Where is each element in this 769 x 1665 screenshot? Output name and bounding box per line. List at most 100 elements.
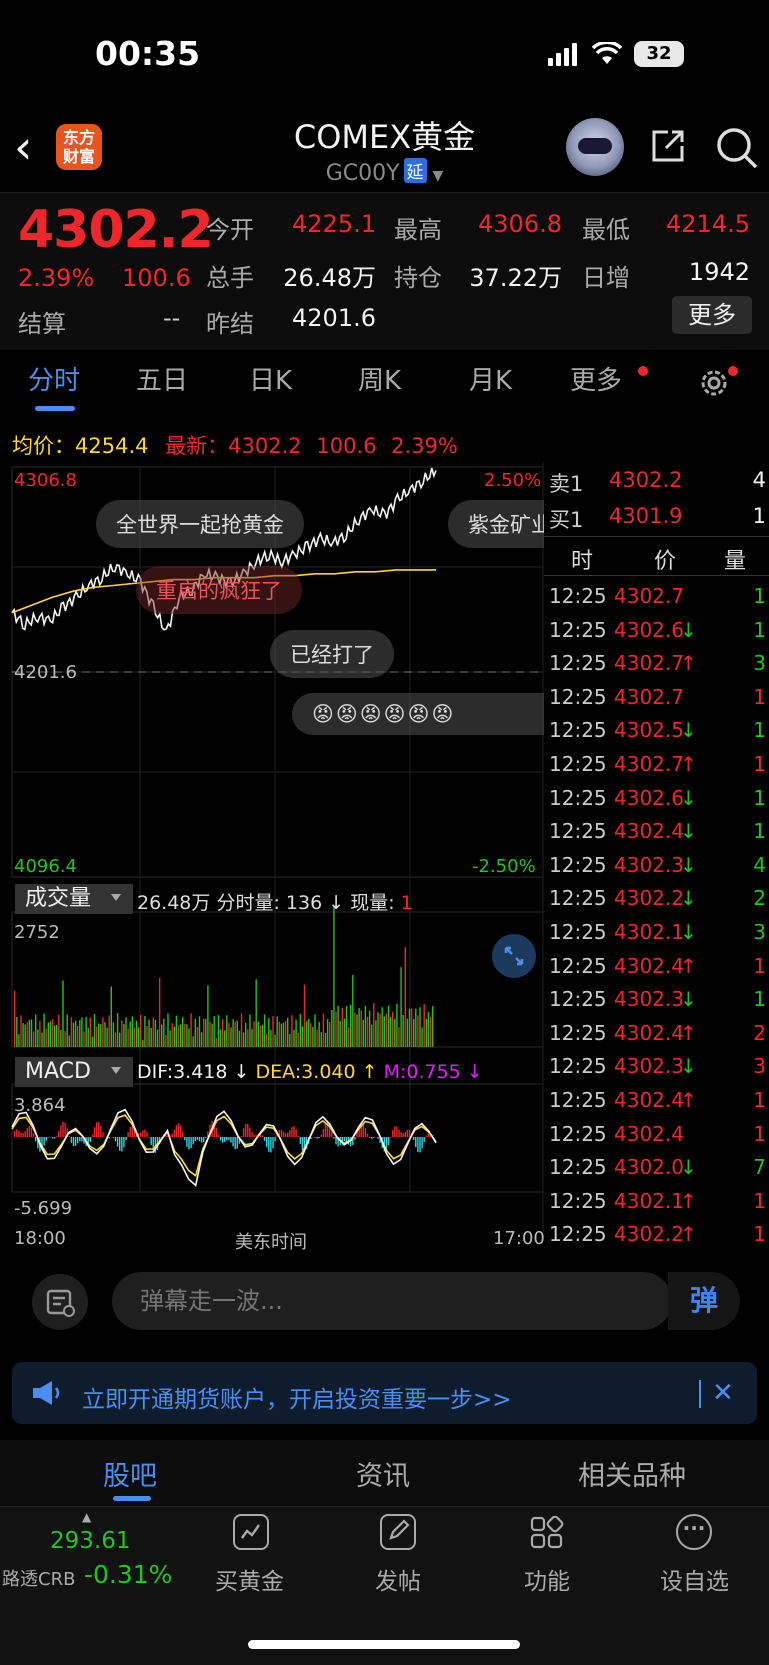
- macd-histogram-bar: [184, 1137, 186, 1141]
- volume-bar: [112, 1022, 115, 1047]
- volume-bar: [41, 1032, 43, 1047]
- volume-bar: [308, 1019, 310, 1047]
- macd-histogram-bar: [408, 1129, 411, 1137]
- volume-bar: [70, 1017, 73, 1047]
- tab-weekly-k[interactable]: 周K: [358, 360, 401, 397]
- danmu-bubble[interactable]: 😡😡😡😡😡😡: [292, 693, 544, 735]
- ticker-value[interactable]: 293.61: [50, 1528, 130, 1554]
- tab-news[interactable]: 资讯: [356, 1454, 410, 1493]
- macd-histogram-bar: [194, 1137, 196, 1141]
- macd-histogram-bar: [179, 1125, 182, 1137]
- grid-apps-icon[interactable]: [530, 1515, 564, 1550]
- macd-histogram-bar: [287, 1132, 289, 1137]
- trade-row: 12:25 4302.4 ↓ 1: [544, 819, 766, 853]
- tab-related[interactable]: 相关品种: [578, 1454, 686, 1493]
- nav-post[interactable]: 发帖: [375, 1562, 421, 1596]
- volume-bar: [335, 1011, 337, 1047]
- macd-histogram-bar: [129, 1127, 131, 1137]
- tab-daily-k[interactable]: 日K: [249, 360, 292, 397]
- danmu-send-button[interactable]: 弹: [668, 1272, 740, 1330]
- tab-guba[interactable]: 股吧: [103, 1454, 157, 1493]
- nav-functions[interactable]: 功能: [524, 1562, 570, 1596]
- macd-histogram-bar: [22, 1133, 24, 1137]
- volume-indicator-select[interactable]: 成交量: [15, 884, 133, 914]
- macd-histogram-bar: [177, 1123, 180, 1137]
- macd-histogram-bar: [114, 1137, 117, 1142]
- gear-icon[interactable]: [697, 366, 731, 400]
- volume-bar: [287, 1017, 289, 1047]
- comment-list-icon[interactable]: [32, 1274, 88, 1330]
- trade-dir-arrow-icon: ↑: [680, 1188, 697, 1213]
- nav-buy-gold[interactable]: 买黄金: [215, 1562, 284, 1596]
- more-dots-icon[interactable]: ···: [676, 1514, 712, 1550]
- volume-bar: [419, 1007, 421, 1047]
- volume-bar: [28, 1019, 31, 1047]
- macd-histogram-bar: [282, 1131, 285, 1137]
- macd-histogram-bar: [215, 1127, 217, 1137]
- close-icon[interactable]: ✕: [712, 1378, 734, 1408]
- tab-intraday[interactable]: 分时: [28, 360, 80, 397]
- ticker-name[interactable]: 路透CRB: [2, 1565, 75, 1591]
- volume-bar: [161, 1024, 163, 1047]
- volume-bar: [247, 1029, 249, 1047]
- tab-5day[interactable]: 五日: [136, 360, 188, 397]
- danmu-bubble[interactable]: 已经打了: [270, 630, 394, 678]
- macd-histogram-bar: [335, 1137, 337, 1145]
- volume-bar: [373, 1003, 375, 1047]
- macd-histogram-bar: [119, 1137, 121, 1151]
- macd-histogram-bar: [232, 1137, 234, 1147]
- trade-price: 4302.4: [614, 1121, 684, 1146]
- trade-qty: 3: [753, 651, 766, 676]
- post-icon[interactable]: [380, 1514, 416, 1550]
- trade-time: 12:25: [549, 718, 607, 743]
- macd-histogram-bar: [230, 1137, 232, 1143]
- ask-qty: 4: [752, 468, 766, 492]
- volume-bar: [119, 1032, 121, 1047]
- ticker-pct[interactable]: -0.31%: [84, 1560, 172, 1589]
- volume-bar: [102, 1017, 104, 1047]
- macd-histogram-bar: [318, 1137, 320, 1139]
- macd-histogram-bar: [425, 1136, 427, 1137]
- trade-price: 4302.4: [614, 819, 684, 844]
- trade-price: 4302.7: [614, 651, 684, 676]
- macd-histogram-bar: [394, 1126, 396, 1137]
- trade-time: 12:25: [549, 684, 607, 709]
- expand-icon[interactable]: [492, 934, 536, 978]
- macd-histogram-bar: [289, 1130, 291, 1137]
- macd-histogram-bar: [100, 1126, 102, 1137]
- volume-bar: [85, 1017, 87, 1047]
- trade-price: 4302.3: [614, 852, 684, 877]
- caret-down-icon: [110, 1067, 121, 1074]
- tab-monthly-k[interactable]: 月K: [469, 360, 512, 397]
- macd-histogram-bar: [58, 1131, 60, 1137]
- x-end-label: 17:00: [493, 1228, 545, 1249]
- macd-histogram-bar: [291, 1126, 293, 1137]
- danmu-bubble[interactable]: 全世界一起抢黄金: [96, 500, 304, 548]
- volume-bar: [203, 1018, 205, 1047]
- tab-more[interactable]: 更多: [570, 360, 622, 397]
- danmu-bubble[interactable]: 重启的疯狂了: [136, 566, 302, 614]
- buy-gold-icon[interactable]: [233, 1514, 269, 1550]
- volume-bar: [295, 1019, 297, 1047]
- volume-bar: [194, 1018, 196, 1047]
- macd-histogram-bar: [314, 1137, 316, 1138]
- macd-histogram-bar: [70, 1137, 73, 1143]
- danmu-bubble[interactable]: 紫金矿业: [448, 500, 544, 548]
- macd-indicator-select[interactable]: MACD: [15, 1057, 133, 1087]
- volume-bar: [18, 1034, 20, 1047]
- code-text: GC00Y: [325, 161, 400, 186]
- trade-row: 12:25 4302.6 ↓ 1: [544, 786, 766, 820]
- nav-add-watchlist[interactable]: 设自选: [660, 1562, 729, 1596]
- danmu-input[interactable]: [112, 1272, 672, 1330]
- volume-bar: [163, 1018, 165, 1047]
- volume-bar: [381, 1007, 383, 1047]
- macd-histogram-bar: [240, 1135, 243, 1137]
- more-button[interactable]: 更多: [672, 296, 752, 334]
- search-icon[interactable]: [715, 126, 759, 170]
- share-icon[interactable]: [648, 126, 688, 166]
- promo-text[interactable]: 立即开通期货账户，开启投资重要一步>>: [82, 1380, 512, 1414]
- volume-bar: [154, 1019, 157, 1047]
- volume-bar: [121, 1020, 123, 1047]
- volume-bar: [410, 1008, 413, 1047]
- y-bottom-price: 4096.4: [14, 856, 77, 877]
